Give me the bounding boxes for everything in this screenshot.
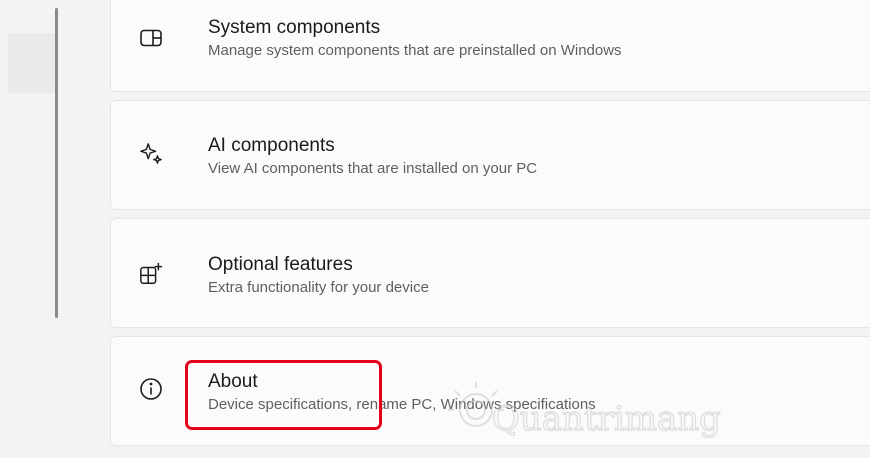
card-title: System components xyxy=(208,17,381,38)
card-optional-features[interactable]: Optional features Extra functionality fo… xyxy=(110,218,870,328)
sparkle-icon xyxy=(139,142,163,166)
nav-scrollbar[interactable] xyxy=(55,8,58,318)
card-description: View AI components that are installed on… xyxy=(208,160,538,177)
highlight-annotation xyxy=(185,360,382,430)
card-description: Manage system components that are preins… xyxy=(208,42,622,59)
card-title: Optional features xyxy=(208,254,353,275)
nav-selected-item[interactable] xyxy=(8,33,56,93)
info-icon xyxy=(139,377,163,401)
watermark-logo: Quantrimang xyxy=(436,374,736,444)
card-system-components[interactable]: System components Manage system componen… xyxy=(110,0,870,92)
svg-text:Quantrimang: Quantrimang xyxy=(492,399,721,439)
card-title: AI components xyxy=(208,135,335,156)
optional-features-icon xyxy=(139,262,163,286)
system-components-icon xyxy=(139,26,163,50)
card-description: Extra functionality for your device xyxy=(208,279,429,296)
card-ai-components[interactable]: AI components View AI components that ar… xyxy=(110,100,870,210)
navigation-pane xyxy=(0,0,58,458)
